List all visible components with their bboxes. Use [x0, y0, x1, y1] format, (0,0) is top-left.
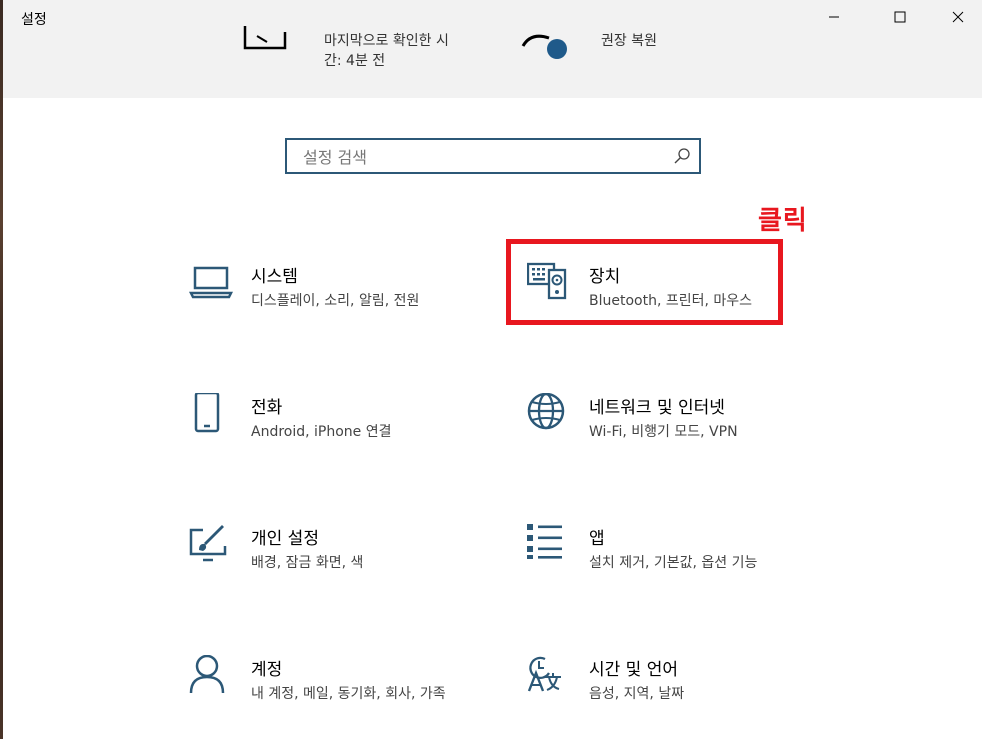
- tile-title: 시간 및 언어: [589, 660, 679, 680]
- banner-left-line2: 간: 4분 전: [324, 53, 386, 69]
- person-icon: [189, 655, 225, 694]
- apps-list-icon: [527, 524, 562, 559]
- phone-icon: [194, 393, 220, 433]
- close-button[interactable]: [935, 0, 981, 34]
- globe-icon: [527, 393, 565, 430]
- tile-title: 계정: [251, 660, 283, 680]
- tile-devices[interactable]: 장치 Bluetooth, 프린터, 마우스: [527, 262, 827, 352]
- tile-title: 개인 설정: [251, 529, 319, 549]
- tile-title: 시스템: [251, 267, 298, 287]
- tile-desc: 디스플레이, 소리, 알림, 전원: [251, 293, 420, 309]
- tile-title: 앱: [589, 529, 605, 549]
- tile-title: 네트워크 및 인터넷: [589, 398, 725, 418]
- update-status-icon: [243, 26, 287, 50]
- tile-desc: 내 계정, 메일, 동기화, 회사, 가족: [251, 686, 446, 702]
- click-annotation: 클릭: [758, 206, 808, 236]
- tile-title: 전화: [251, 398, 283, 418]
- search-input[interactable]: [301, 140, 675, 174]
- title-bar: 설정 마지막으로 확인한 시 간: 4분 전 권장 복원: [3, 0, 982, 98]
- tile-network[interactable]: 네트워크 및 인터넷 Wi-Fi, 비행기 모드, VPN: [527, 393, 827, 483]
- desktop-edge: [0, 0, 3, 739]
- search-box: [285, 138, 701, 174]
- paint-icon: [189, 525, 227, 562]
- tile-time-language[interactable]: 시간 및 언어 음성, 지역, 날짜: [527, 655, 827, 745]
- banner-right-line1: 권장 복원: [601, 33, 657, 49]
- tile-personalization[interactable]: 개인 설정 배경, 잠금 화면, 색: [189, 524, 489, 614]
- keyboard-speaker-icon: [527, 262, 567, 300]
- search-icon[interactable]: [673, 147, 691, 165]
- tile-phone[interactable]: 전화 Android, iPhone 연결: [189, 393, 489, 483]
- time-language-icon: [527, 656, 561, 692]
- tile-apps[interactable]: 앱 설치 제거, 기본값, 옵션 기능: [527, 524, 827, 614]
- tile-desc: 설치 제거, 기본값, 옵션 기능: [589, 555, 758, 571]
- maximize-button[interactable]: [877, 0, 923, 34]
- tile-accounts[interactable]: 계정 내 계정, 메일, 동기화, 회사, 가족: [189, 655, 489, 745]
- restore-status-icon: [521, 34, 567, 59]
- close-icon: [952, 11, 964, 23]
- tile-desc: Bluetooth, 프린터, 마우스: [589, 293, 753, 309]
- window-title: 설정: [21, 12, 47, 28]
- tile-desc: Wi-Fi, 비행기 모드, VPN: [589, 424, 738, 440]
- banner-left-line1: 마지막으로 확인한 시: [324, 33, 449, 49]
- tile-title: 장치: [589, 267, 621, 287]
- maximize-icon: [894, 11, 906, 23]
- minimize-button[interactable]: [811, 0, 857, 34]
- minimize-icon: [829, 16, 839, 18]
- tile-desc: Android, iPhone 연결: [251, 424, 392, 440]
- tile-system[interactable]: 시스템 디스플레이, 소리, 알림, 전원: [189, 262, 489, 352]
- laptop-icon: [189, 266, 233, 299]
- tile-desc: 음성, 지역, 날짜: [589, 686, 685, 702]
- tile-desc: 배경, 잠금 화면, 색: [251, 555, 364, 571]
